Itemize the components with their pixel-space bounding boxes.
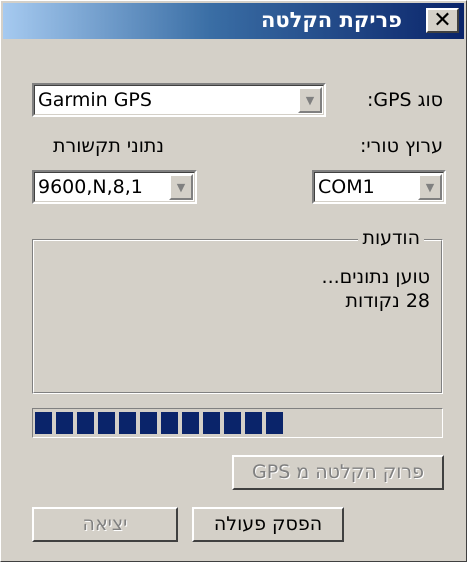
stop-operation-button[interactable]: הפסק פעולה	[192, 507, 344, 542]
download-from-gps-button[interactable]: פרוק הקלטה מ GPS	[232, 455, 444, 490]
gps-type-label: סוג GPS:	[366, 89, 443, 111]
progress-segment	[77, 412, 94, 434]
progress-segment	[119, 412, 136, 434]
messages-group: הודעות טוען נתונים... 28 נקודות	[32, 227, 443, 394]
progress-segment	[161, 412, 178, 434]
download-from-gps-label: פרוק הקלטה מ GPS	[252, 461, 424, 483]
progress-segment	[266, 412, 283, 434]
progress-segment	[245, 412, 262, 434]
progress-segment	[203, 412, 220, 434]
chevron-down-icon: ▼	[176, 181, 186, 194]
close-icon: ✕	[433, 8, 452, 33]
message-line: טוען נתונים...	[321, 266, 430, 288]
download-recording-window: פריקת הקלטה ✕ סוג GPS: Garmin GPS ▼ ערוץ…	[0, 0, 467, 562]
serial-port-label: ערוץ טורי:	[360, 135, 443, 157]
exit-button[interactable]: יציאה	[32, 507, 178, 542]
comm-settings-dropdown-button[interactable]: ▼	[169, 174, 193, 200]
messages-legend: הודעות	[358, 227, 424, 249]
chevron-down-icon: ▼	[305, 94, 315, 107]
close-button[interactable]: ✕	[426, 8, 459, 33]
serial-port-dropdown-button[interactable]: ▼	[418, 174, 442, 200]
serial-port-value: COM1	[318, 176, 375, 198]
progress-track	[35, 412, 440, 434]
comm-settings-select[interactable]: 9600,N,8,1 ▼	[32, 170, 197, 204]
comm-settings-value: 9600,N,8,1	[38, 176, 143, 198]
progress-bar	[32, 408, 443, 438]
serial-port-select[interactable]: COM1 ▼	[312, 170, 446, 204]
exit-label: יציאה	[82, 513, 128, 535]
progress-segment	[98, 412, 115, 434]
window-title: פריקת הקלטה	[260, 8, 402, 32]
gps-type-dropdown-button[interactable]: ▼	[298, 87, 322, 113]
chevron-down-icon: ▼	[425, 181, 435, 194]
stop-operation-label: הפסק פעולה	[213, 513, 323, 535]
comm-settings-label: נתוני תקשורת	[53, 135, 164, 157]
message-line: 28 נקודות	[345, 290, 430, 312]
title-bar[interactable]: פריקת הקלטה ✕	[3, 3, 464, 39]
progress-segment	[56, 412, 73, 434]
progress-segment	[182, 412, 199, 434]
gps-type-value: Garmin GPS	[38, 89, 152, 111]
progress-segment	[140, 412, 157, 434]
gps-type-select[interactable]: Garmin GPS ▼	[32, 83, 326, 117]
progress-segment	[35, 412, 52, 434]
progress-segment	[224, 412, 241, 434]
